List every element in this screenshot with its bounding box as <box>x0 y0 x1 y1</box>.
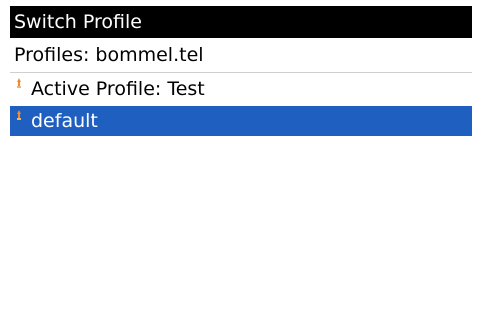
title-bar: Switch Profile <box>10 6 472 38</box>
list-item-label: default <box>31 110 98 132</box>
header-divider <box>10 72 472 73</box>
switch-profile-dialog: Switch Profile Profiles: bommel.tel Acti… <box>10 6 472 324</box>
profiles-label: Profiles: bommel.tel <box>14 44 204 66</box>
list-item-active-profile[interactable]: Active Profile: Test <box>10 74 472 104</box>
list-item-default[interactable]: default <box>10 106 472 136</box>
profile-pin-icon <box>17 78 21 88</box>
profiles-header: Profiles: bommel.tel <box>10 39 472 71</box>
profile-list: Active Profile: Test default <box>10 74 472 136</box>
screen: Switch Profile Profiles: bommel.tel Acti… <box>0 0 483 327</box>
list-item-label: Active Profile: Test <box>31 78 205 100</box>
profile-pin-icon <box>17 110 21 120</box>
window-title: Switch Profile <box>14 11 142 33</box>
